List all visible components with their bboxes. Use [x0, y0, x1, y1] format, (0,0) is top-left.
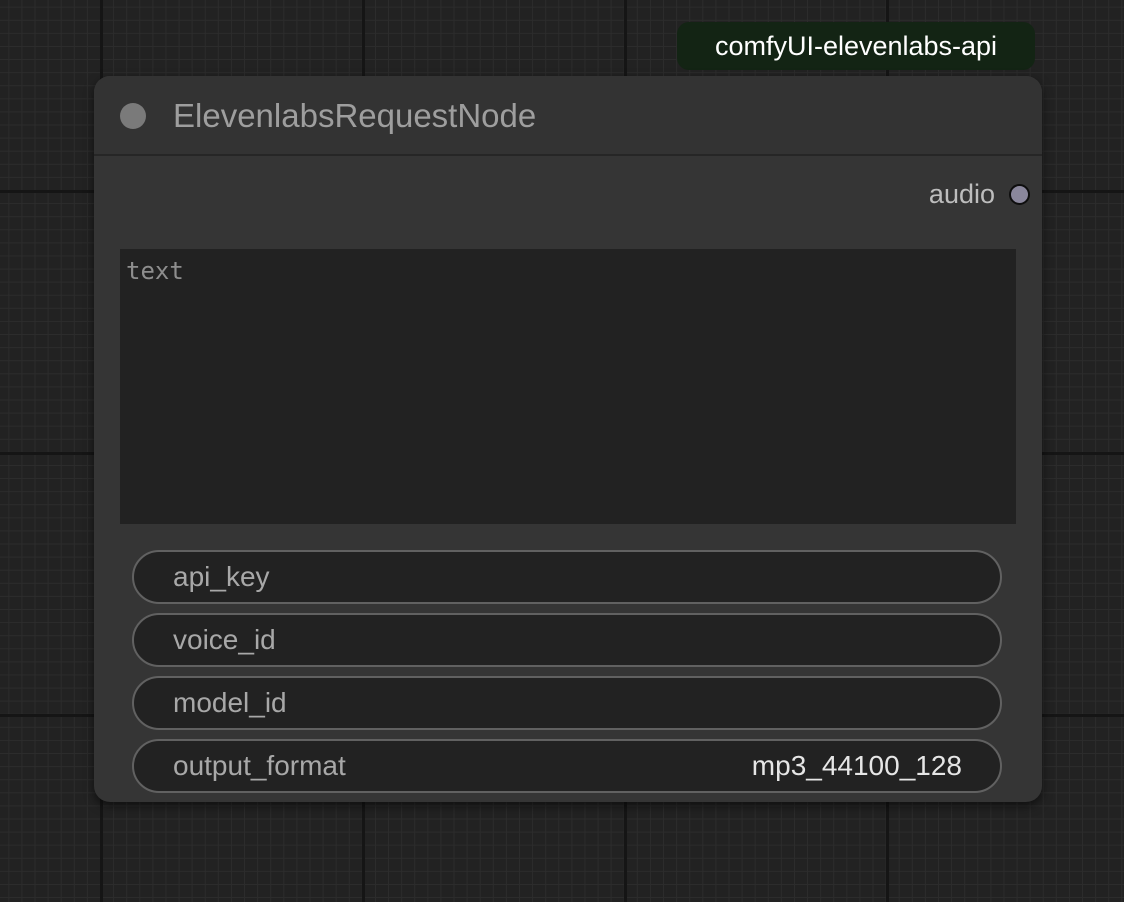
voice-id-label: voice_id: [173, 624, 276, 655]
node-header[interactable]: ElevenlabsRequestNode: [94, 76, 1042, 156]
voice-id-field[interactable]: voice_id: [132, 613, 1002, 667]
text-input[interactable]: text: [120, 249, 1016, 524]
output-slot-icon[interactable]: [1009, 183, 1030, 205]
api-key-label: api_key: [173, 561, 270, 592]
output-format-label: output_format: [173, 750, 346, 781]
elevenlabs-request-node[interactable]: ElevenlabsRequestNode audio text api_key…: [94, 76, 1042, 802]
node-source-badge: comfyUI-elevenlabs-api: [677, 22, 1035, 70]
output-format-value: mp3_44100_128: [751, 750, 962, 781]
node-title: ElevenlabsRequestNode: [173, 97, 537, 134]
output-audio: audio: [929, 174, 1030, 214]
api-key-field[interactable]: api_key: [132, 550, 1002, 604]
status-dot-icon[interactable]: [120, 103, 146, 129]
output-format-field[interactable]: output_format mp3_44100_128: [132, 739, 1002, 793]
text-input-placeholder: text: [126, 257, 184, 285]
output-label: audio: [928, 179, 995, 209]
model-id-label: model_id: [173, 687, 287, 718]
graph-canvas[interactable]: comfyUI-elevenlabs-api ElevenlabsRequest…: [0, 0, 1124, 902]
model-id-field[interactable]: model_id: [132, 676, 1002, 730]
